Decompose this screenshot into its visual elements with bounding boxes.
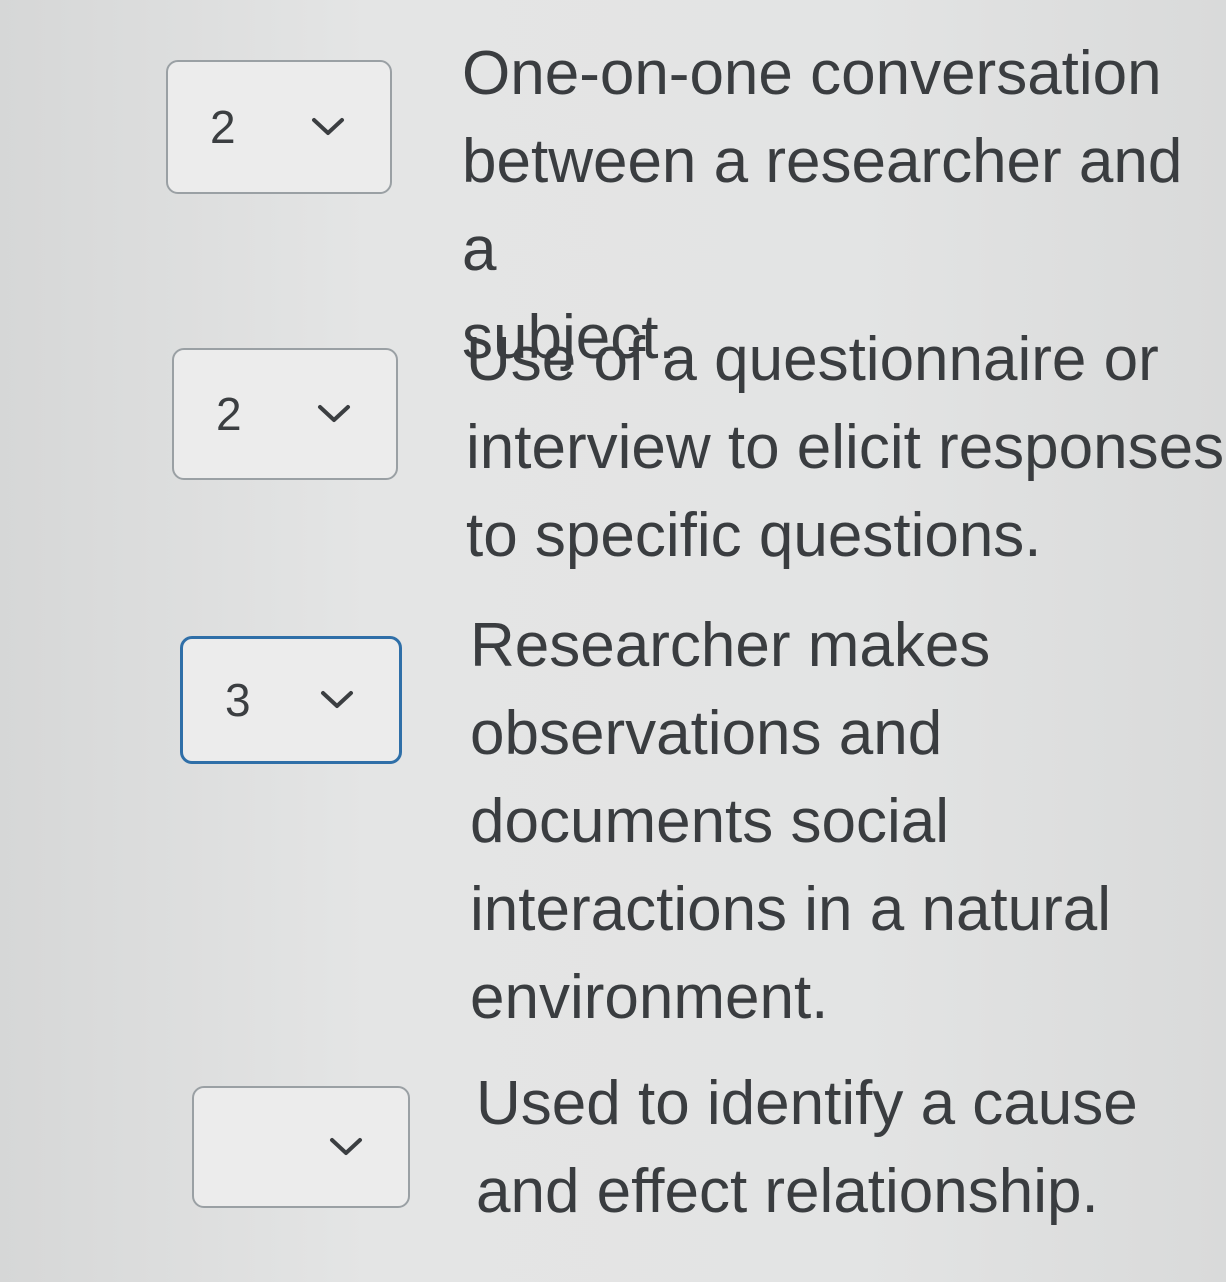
answer-select-3[interactable]: 3 bbox=[180, 636, 402, 764]
description-line: to specific questions. bbox=[466, 501, 1042, 570]
description-line: and effect relationship. bbox=[476, 1157, 1099, 1226]
description-line: interactions in a natural bbox=[470, 875, 1112, 944]
chevron-down-icon bbox=[312, 118, 344, 135]
answer-select-2[interactable]: 2 bbox=[172, 348, 398, 480]
answer-select-1[interactable]: 2 bbox=[166, 60, 392, 194]
chevron-down-icon bbox=[318, 405, 350, 422]
item-description: Used to identify a cause and effect rela… bbox=[476, 1060, 1226, 1236]
selected-value: 2 bbox=[216, 388, 242, 440]
description-line: Use of a questionnaire or bbox=[466, 325, 1159, 394]
item-description: Use of a questionnaire or interview to e… bbox=[466, 316, 1226, 580]
chevron-down-icon bbox=[330, 1138, 362, 1155]
description-line: environment. bbox=[470, 963, 829, 1032]
description-line: between a researcher and a bbox=[462, 127, 1183, 284]
answer-select-4[interactable] bbox=[192, 1086, 410, 1208]
selected-value: 2 bbox=[210, 101, 236, 153]
description-line: Researcher makes bbox=[470, 611, 991, 680]
description-line: documents social bbox=[470, 787, 950, 856]
description-line: Used to identify a cause bbox=[476, 1069, 1138, 1138]
description-line: observations and bbox=[470, 699, 943, 768]
selected-value: 3 bbox=[225, 674, 251, 726]
chevron-down-icon bbox=[321, 691, 353, 708]
description-line: interview to elicit responses bbox=[466, 413, 1225, 482]
description-line: One-on-one conversation bbox=[462, 39, 1162, 108]
item-description: Researcher makes observations and docume… bbox=[470, 602, 1226, 1042]
